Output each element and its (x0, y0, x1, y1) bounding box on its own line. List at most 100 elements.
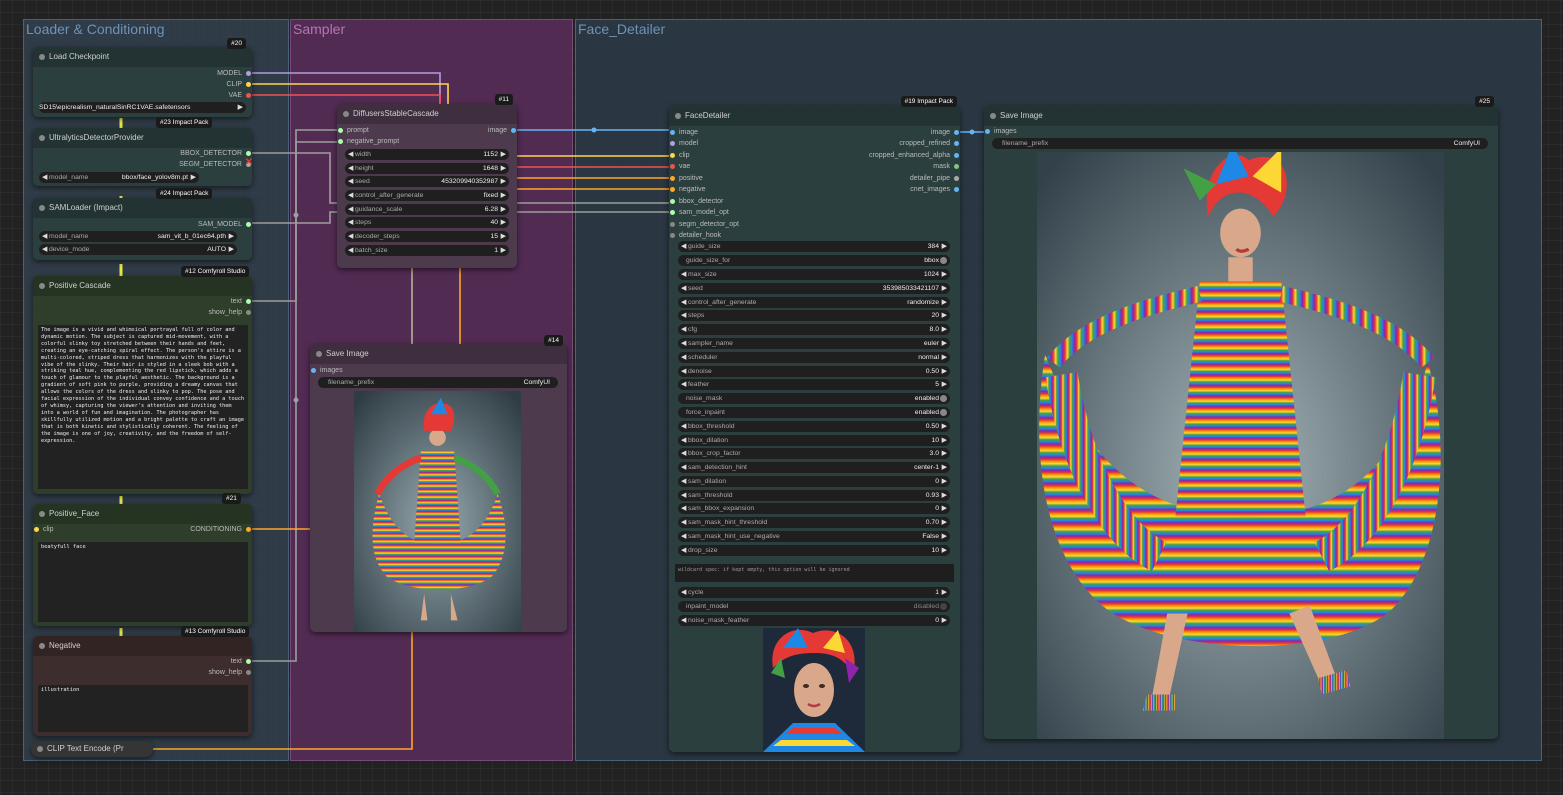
output-segm-detector[interactable]: SEGM_DETECTOR (179, 159, 252, 170)
output-cropped-refined[interactable]: cropped_refined (899, 138, 960, 149)
arrow-left-icon[interactable]: ◀ (348, 176, 353, 187)
node-title[interactable]: SAMLoader (Impact) (33, 198, 252, 218)
toggle-knob-icon[interactable] (940, 257, 947, 264)
batch-size-number[interactable]: ◀ batch_size 1 ▶ (345, 245, 509, 256)
output-text[interactable]: text (231, 656, 252, 667)
input-negative-prompt[interactable]: negative_prompt (337, 136, 399, 147)
arrow-left-icon[interactable]: ◀ (348, 149, 353, 160)
noise-mask-toggle[interactable]: noise_mask enabled (678, 393, 950, 404)
node-title[interactable]: UltralyticsDetectorProvider (33, 128, 252, 148)
output-image[interactable]: image (488, 125, 517, 136)
arrow-left-icon[interactable]: ◀ (42, 231, 47, 242)
output-model[interactable]: MODEL (217, 68, 252, 79)
node-title[interactable]: Load Checkpoint (33, 47, 252, 67)
control-after-generate-combo[interactable]: ◀ control_after_generate randomize ▶ (678, 297, 950, 308)
output-bbox-detector[interactable]: BBOX_DETECTOR (180, 148, 252, 159)
node-load-checkpoint[interactable]: Load Checkpoint #20 MODEL CLIP VAE SD15\… (33, 38, 252, 117)
collapse-dot-icon[interactable] (316, 351, 322, 357)
collapse-dot-icon[interactable] (990, 113, 996, 119)
output-sam-model[interactable]: SAM_MODEL (198, 219, 252, 230)
arrow-right-icon[interactable]: ▶ (501, 245, 506, 256)
arrow-right-icon[interactable]: ▶ (942, 462, 947, 473)
arrow-left-icon[interactable]: ◀ (681, 462, 686, 473)
max-size-number[interactable]: ◀ max_size 1024 ▶ (678, 269, 950, 280)
output-conditioning[interactable]: CONDITIONING (190, 524, 252, 535)
input-image[interactable]: image (669, 127, 698, 138)
noise-mask-feather-number[interactable]: ◀ noise_mask_feather 0 ▶ (678, 615, 950, 626)
sam-bbox-expansion-number[interactable]: ◀ sam_bbox_expansion 0 ▶ (678, 503, 950, 514)
node-title[interactable]: Save Image (310, 344, 567, 364)
input-clip[interactable]: clip (33, 524, 54, 535)
seed-number[interactable]: ◀ seed 453209940352987 ▶ (345, 176, 509, 187)
arrow-left-icon[interactable]: ◀ (42, 172, 47, 183)
arrow-left-icon[interactable]: ◀ (348, 190, 353, 201)
arrow-right-icon[interactable]: ▶ (942, 379, 947, 390)
arrow-right-icon[interactable]: ▶ (238, 102, 243, 113)
node-save-image-preview[interactable]: Save Image #14 images filename_prefix Co… (310, 335, 567, 632)
force-inpaint-toggle[interactable]: force_inpaint enabled (678, 407, 950, 418)
input-vae[interactable]: vae (669, 161, 690, 172)
arrow-right-icon[interactable]: ▶ (942, 421, 947, 432)
arrow-left-icon[interactable]: ◀ (348, 163, 353, 174)
input-negative[interactable]: negative (669, 184, 705, 195)
arrow-left-icon[interactable]: ◀ (348, 231, 353, 242)
node-negative[interactable]: Negative text show_help illustration (33, 636, 252, 736)
arrow-right-icon[interactable]: ▶ (942, 366, 947, 377)
sampler-name-combo[interactable]: ◀ sampler_name euler ▶ (678, 338, 950, 349)
node-title[interactable]: CLIP Text Encode (Pr (31, 741, 153, 757)
output-show-help[interactable]: show_help (209, 667, 252, 678)
collapse-dot-icon[interactable] (37, 746, 43, 752)
arrow-right-icon[interactable]: ▶ (942, 435, 947, 446)
arrow-right-icon[interactable]: ▶ (942, 517, 947, 528)
bbox-dilation-number[interactable]: ◀ bbox_dilation 10 ▶ (678, 435, 950, 446)
toggle-knob-icon[interactable] (940, 603, 947, 610)
disconnect-x-icon[interactable]: ✕ (245, 157, 253, 168)
arrow-left-icon[interactable]: ◀ (348, 245, 353, 256)
sam-mask-hint-threshold-number[interactable]: ◀ sam_mask_hint_threshold 0.70 ▶ (678, 517, 950, 528)
arrow-right-icon[interactable]: ▶ (942, 310, 947, 321)
arrow-right-icon[interactable]: ▶ (942, 352, 947, 363)
arrow-right-icon[interactable]: ▶ (501, 149, 506, 160)
feather-number[interactable]: ◀ feather 5 ▶ (678, 379, 950, 390)
bbox-threshold-number[interactable]: ◀ bbox_threshold 0.50 ▶ (678, 421, 950, 432)
sam-dilation-number[interactable]: ◀ sam_dilation 0 ▶ (678, 476, 950, 487)
node-diffusers-stable-cascade[interactable]: DiffusersStableCascade #11 prompt negati… (337, 94, 517, 268)
node-title[interactable]: FaceDetailer (669, 106, 960, 126)
arrow-left-icon[interactable]: ◀ (681, 297, 686, 308)
node-title[interactable]: Positive Cascade (33, 276, 252, 296)
arrow-left-icon[interactable]: ◀ (681, 615, 686, 626)
arrow-right-icon[interactable]: ▶ (942, 503, 947, 514)
drop-size-number[interactable]: ◀ drop_size 10 ▶ (678, 545, 950, 556)
sam-threshold-number[interactable]: ◀ sam_threshold 0.93 ▶ (678, 490, 950, 501)
arrow-left-icon[interactable]: ◀ (681, 324, 686, 335)
input-clip[interactable]: clip (669, 150, 690, 161)
arrow-left-icon[interactable]: ◀ (348, 204, 353, 215)
node-title[interactable]: Positive_Face (33, 504, 252, 524)
face-crop-preview[interactable] (763, 628, 865, 752)
output-clip[interactable]: CLIP (226, 79, 252, 90)
arrow-right-icon[interactable]: ▶ (942, 338, 947, 349)
arrow-left-icon[interactable]: ◀ (681, 531, 686, 542)
output-cnet-images[interactable]: cnet_images (910, 184, 960, 195)
arrow-right-icon[interactable]: ▶ (942, 587, 947, 598)
arrow-left-icon[interactable]: ◀ (681, 517, 686, 528)
input-positive[interactable]: positive (669, 173, 703, 184)
input-segm-detector-opt[interactable]: segm_detector_opt (669, 219, 739, 230)
arrow-left-icon[interactable]: ◀ (681, 421, 686, 432)
toggle-knob-icon[interactable] (940, 395, 947, 402)
arrow-right-icon[interactable]: ▶ (942, 531, 947, 542)
arrow-left-icon[interactable]: ◀ (681, 269, 686, 280)
collapse-dot-icon[interactable] (675, 113, 681, 119)
model-name-combo[interactable]: ◀ model_name bbox/face_yolov8m.pt ▶ (39, 172, 199, 183)
arrow-left-icon[interactable]: ◀ (681, 241, 686, 252)
node-clip-text-encode-collapsed[interactable]: CLIP Text Encode (Pr (31, 741, 153, 757)
toggle-knob-icon[interactable] (940, 409, 947, 416)
final-image-preview[interactable] (1037, 152, 1444, 739)
input-images[interactable]: images (984, 126, 1017, 137)
steps-number[interactable]: ◀ steps 20 ▶ (678, 310, 950, 321)
output-image[interactable]: image (931, 127, 960, 138)
input-model[interactable]: model (669, 138, 698, 149)
arrow-right-icon[interactable]: ▶ (229, 231, 234, 242)
arrow-right-icon[interactable]: ▶ (501, 231, 506, 242)
arrow-right-icon[interactable]: ▶ (942, 476, 947, 487)
